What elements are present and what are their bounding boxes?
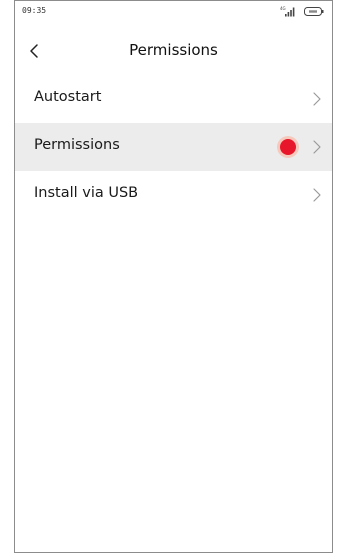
signal-icon: 4G (280, 6, 295, 17)
list-item-install-via-usb[interactable]: Install via USB (15, 171, 332, 219)
status-bar: 09:35 4G (15, 1, 332, 23)
list-item-label: Permissions (34, 137, 120, 153)
list-item-label: Install via USB (34, 185, 139, 201)
page-header: Permissions (15, 29, 332, 73)
chevron-right-icon (313, 140, 321, 154)
battery-icon (304, 7, 324, 16)
list-item-autostart[interactable]: Autostart (15, 75, 332, 123)
svg-text:4G: 4G (280, 6, 286, 11)
list-item-permissions[interactable]: Permissions (15, 123, 332, 171)
status-time: 09:35 (22, 6, 47, 15)
chevron-right-icon (313, 92, 321, 106)
tap-indicator-dot (280, 139, 296, 155)
list-item-label: Autostart (34, 89, 102, 105)
settings-list: Autostart Permissions Install via USB (15, 75, 332, 219)
tap-indicator (277, 136, 299, 158)
status-icons: 4G (280, 6, 324, 18)
chevron-right-icon (313, 188, 321, 202)
page-title: Permissions (129, 41, 218, 59)
phone-screen: 09:35 4G Permissions Autostart Permissio… (14, 0, 333, 553)
